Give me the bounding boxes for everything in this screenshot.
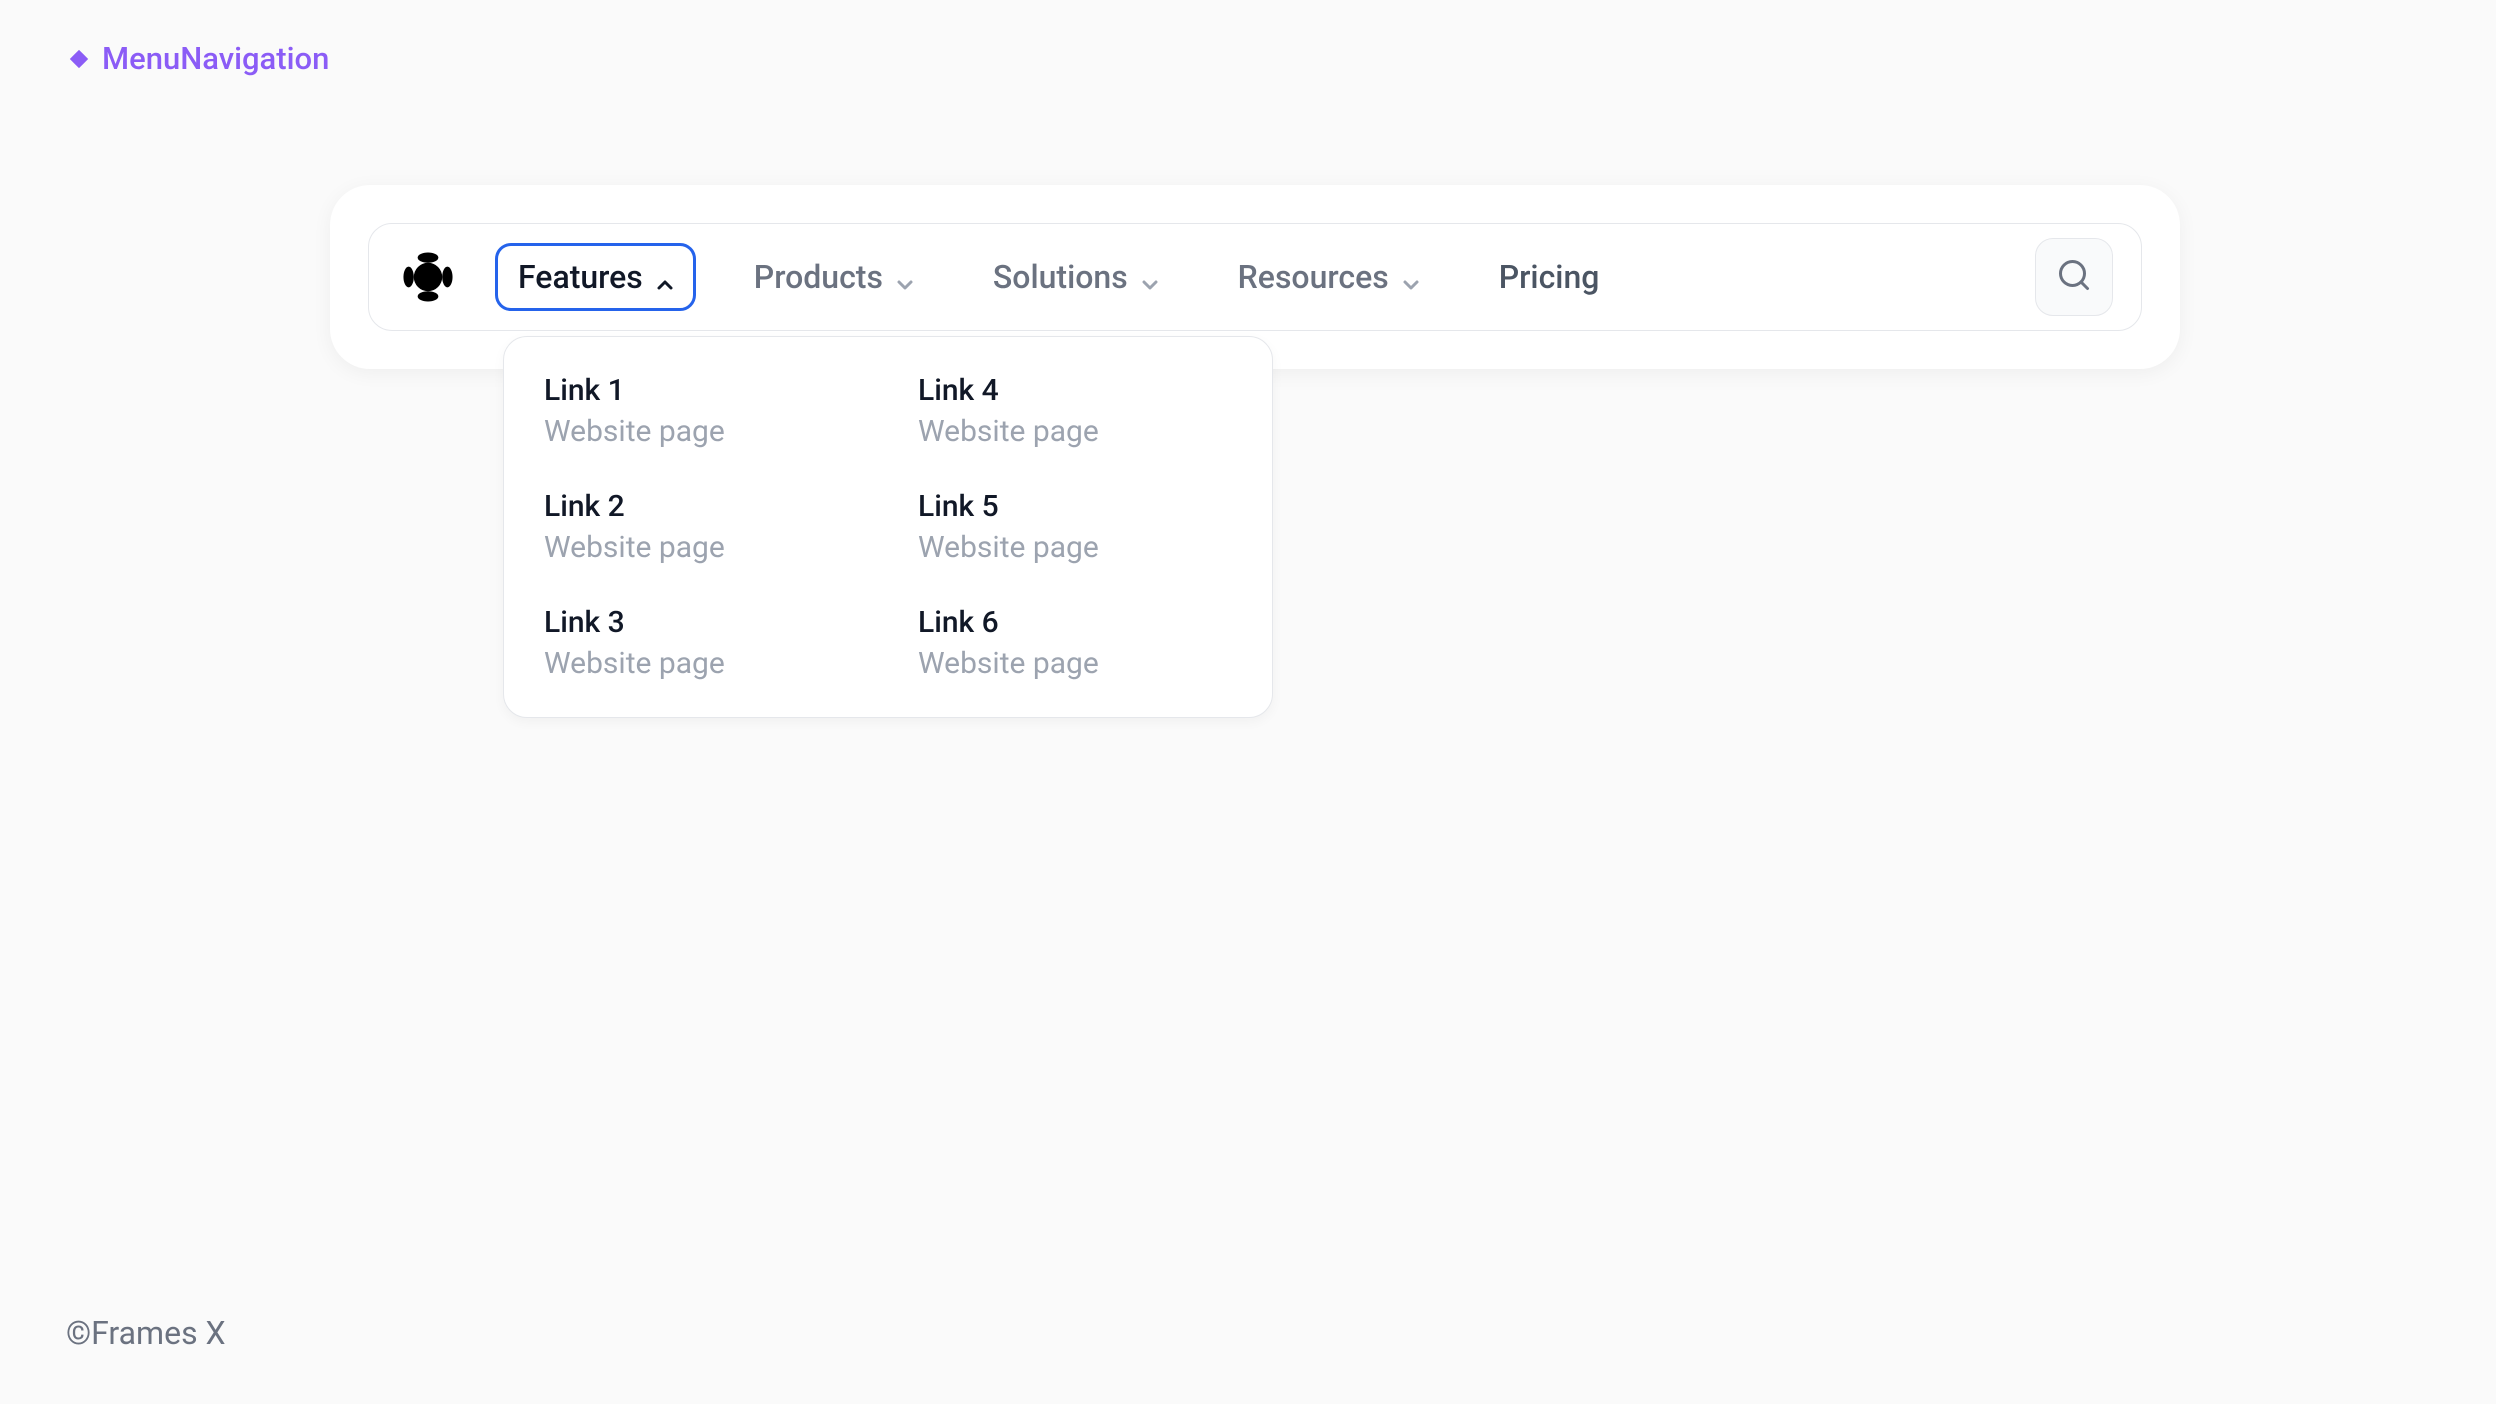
chevron-down-icon	[1138, 267, 1158, 287]
nav-item-features[interactable]: Features	[495, 243, 696, 311]
nav-item-label: Pricing	[1499, 258, 1600, 296]
dropdown-item-subtitle: Website page	[544, 530, 858, 565]
chevron-up-icon	[653, 267, 673, 287]
nav-item-resources[interactable]: Resources	[1216, 244, 1441, 310]
nav-item-pricing[interactable]: Pricing	[1477, 244, 1622, 310]
nav-item-label: Solutions	[993, 258, 1128, 296]
nav-item-solutions[interactable]: Solutions	[971, 244, 1180, 310]
page-header: MenuNavigation	[0, 0, 2496, 77]
nav-item-label: Resources	[1238, 258, 1389, 296]
dropdown-item-title: Link 2	[544, 489, 858, 524]
dropdown-item-link-3[interactable]: Link 3 Website page	[544, 605, 858, 681]
nav-bar: Features Products Solutions	[368, 223, 2142, 331]
dropdown-item-title: Link 6	[918, 605, 1232, 640]
chevron-down-icon	[893, 267, 913, 287]
search-icon	[2056, 257, 2092, 297]
chevron-down-icon	[1399, 267, 1419, 287]
search-button[interactable]	[2035, 238, 2113, 316]
diamond-icon	[68, 48, 90, 70]
dropdown-item-subtitle: Website page	[918, 414, 1232, 449]
nav-item-label: Features	[518, 258, 643, 296]
dropdown-item-link-5[interactable]: Link 5 Website page	[918, 489, 1232, 565]
dropdown-item-link-6[interactable]: Link 6 Website page	[918, 605, 1232, 681]
nav-item-label: Products	[754, 258, 883, 296]
copyright-footer: ©Frames X	[66, 1314, 226, 1352]
dropdown-item-subtitle: Website page	[544, 414, 858, 449]
page-title: MenuNavigation	[102, 40, 329, 77]
dropdown-item-title: Link 3	[544, 605, 858, 640]
dropdown-item-link-2[interactable]: Link 2 Website page	[544, 489, 858, 565]
dropdown-item-subtitle: Website page	[544, 646, 858, 681]
nav-items: Features Products Solutions	[495, 243, 1999, 311]
brand-logo[interactable]	[397, 246, 459, 308]
dropdown-item-subtitle: Website page	[918, 530, 1232, 565]
dropdown-item-link-4[interactable]: Link 4 Website page	[918, 373, 1232, 449]
nav-item-products[interactable]: Products	[732, 244, 935, 310]
dropdown-item-title: Link 4	[918, 373, 1232, 408]
dropdown-menu: Link 1 Website page Link 4 Website page …	[503, 336, 1273, 718]
dropdown-item-title: Link 5	[918, 489, 1232, 524]
dropdown-item-link-1[interactable]: Link 1 Website page	[544, 373, 858, 449]
dropdown-item-subtitle: Website page	[918, 646, 1232, 681]
dropdown-item-title: Link 1	[544, 373, 858, 408]
